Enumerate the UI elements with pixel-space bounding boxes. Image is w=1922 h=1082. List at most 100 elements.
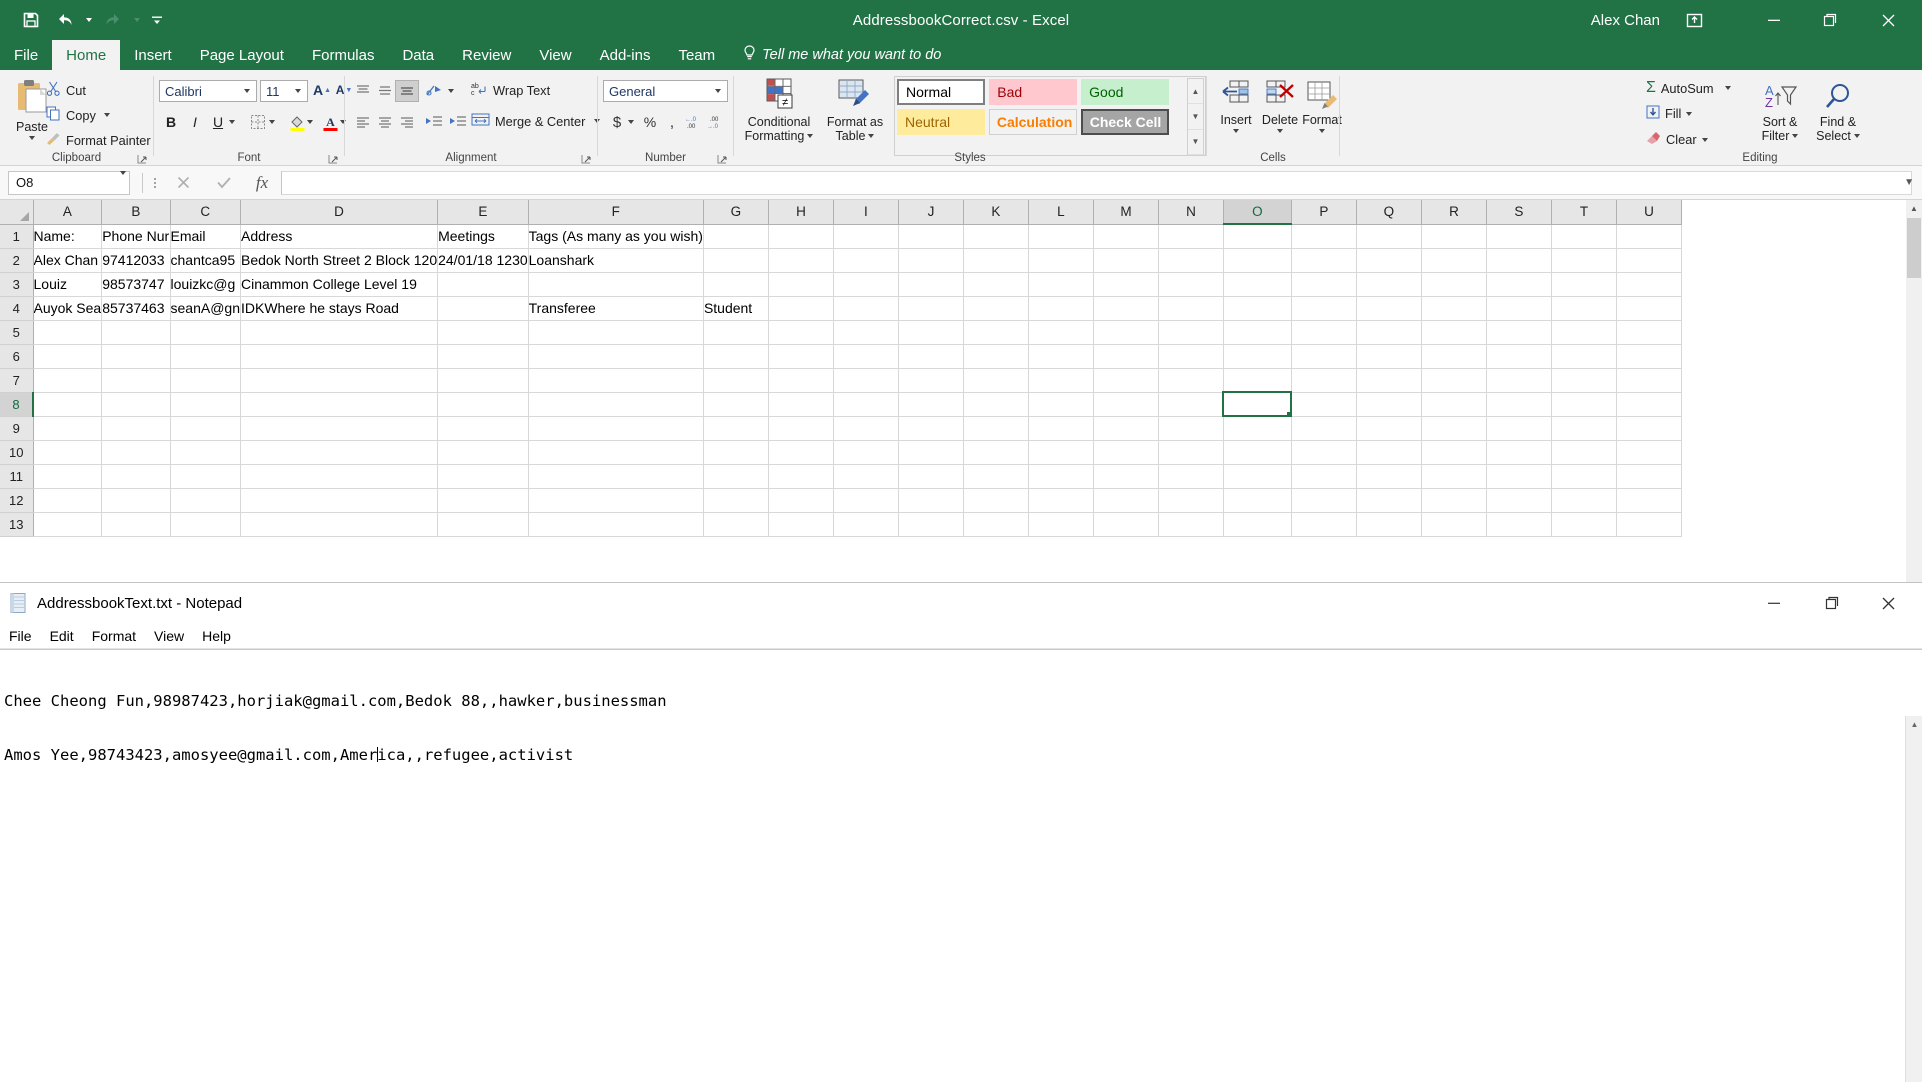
cell-C5[interactable] bbox=[170, 320, 242, 345]
cell-D7[interactable] bbox=[240, 368, 439, 393]
cell-A5[interactable] bbox=[33, 320, 103, 345]
cell-P4[interactable] bbox=[1291, 296, 1357, 321]
cell-U12[interactable] bbox=[1616, 488, 1682, 513]
column-header-M[interactable]: M bbox=[1093, 200, 1159, 225]
bold-button[interactable]: B bbox=[159, 111, 183, 133]
notepad-vertical-scrollbar[interactable]: ▲ ▼ bbox=[1905, 716, 1922, 1082]
cell-A3[interactable]: Louiz bbox=[33, 272, 103, 297]
cell-L3[interactable] bbox=[1028, 272, 1094, 297]
cell-A8[interactable] bbox=[33, 392, 103, 417]
cell-D1[interactable]: Address bbox=[240, 224, 439, 249]
cell-M8[interactable] bbox=[1093, 392, 1159, 417]
cancel-icon[interactable] bbox=[161, 170, 205, 196]
cell-Q11[interactable] bbox=[1356, 464, 1422, 489]
cell-T6[interactable] bbox=[1551, 344, 1617, 369]
cell-B3[interactable]: 98573747 bbox=[101, 272, 171, 297]
cell-I8[interactable] bbox=[833, 392, 899, 417]
cell-M1[interactable] bbox=[1093, 224, 1159, 249]
cell-L6[interactable] bbox=[1028, 344, 1094, 369]
cell-P11[interactable] bbox=[1291, 464, 1357, 489]
cell-L10[interactable] bbox=[1028, 440, 1094, 465]
tab-data[interactable]: Data bbox=[388, 40, 448, 70]
menu-help[interactable]: Help bbox=[193, 628, 240, 644]
number-format-select[interactable]: General bbox=[603, 80, 728, 102]
format-as-table-button[interactable]: Format as Table bbox=[822, 78, 888, 143]
cell-F7[interactable] bbox=[528, 368, 704, 393]
cell-F12[interactable] bbox=[528, 488, 704, 513]
column-header-U[interactable]: U bbox=[1616, 200, 1682, 225]
font-family-select[interactable]: Calibri bbox=[159, 80, 257, 102]
cell-R5[interactable] bbox=[1421, 320, 1487, 345]
column-header-J[interactable]: J bbox=[898, 200, 964, 225]
cell-F5[interactable] bbox=[528, 320, 704, 345]
underline-dropdown-icon[interactable] bbox=[226, 111, 238, 133]
cell-U13[interactable] bbox=[1616, 512, 1682, 537]
cell-K13[interactable] bbox=[963, 512, 1029, 537]
tab-add-ins[interactable]: Add-ins bbox=[586, 40, 665, 70]
cell-P2[interactable] bbox=[1291, 248, 1357, 273]
tell-me-search[interactable]: Tell me what you want to do bbox=[743, 40, 941, 70]
cell-O8[interactable] bbox=[1222, 391, 1293, 417]
merge-center-button[interactable]: Merge & Center bbox=[471, 112, 601, 130]
cell-S4[interactable] bbox=[1486, 296, 1552, 321]
cell-F8[interactable] bbox=[528, 392, 704, 417]
cell-R9[interactable] bbox=[1421, 416, 1487, 441]
cell-R3[interactable] bbox=[1421, 272, 1487, 297]
cell-R2[interactable] bbox=[1421, 248, 1487, 273]
notepad-text-area[interactable]: Chee Cheong Fun,98987423,horjiak@gmail.c… bbox=[0, 649, 1922, 1082]
account-name[interactable]: Alex Chan bbox=[1591, 0, 1660, 40]
column-header-O[interactable]: O bbox=[1223, 200, 1292, 225]
cell-G7[interactable] bbox=[703, 368, 769, 393]
cell-J6[interactable] bbox=[898, 344, 964, 369]
column-header-B[interactable]: B bbox=[101, 200, 171, 225]
cell-K3[interactable] bbox=[963, 272, 1029, 297]
cell-U5[interactable] bbox=[1616, 320, 1682, 345]
cell-J7[interactable] bbox=[898, 368, 964, 393]
cell-G2[interactable] bbox=[703, 248, 769, 273]
cell-S13[interactable] bbox=[1486, 512, 1552, 537]
cell-E12[interactable] bbox=[437, 488, 529, 513]
copy-button[interactable]: Copy bbox=[46, 106, 110, 124]
cell-N2[interactable] bbox=[1158, 248, 1224, 273]
cell-J2[interactable] bbox=[898, 248, 964, 273]
tab-view[interactable]: View bbox=[525, 40, 585, 70]
cell-N1[interactable] bbox=[1158, 224, 1224, 249]
cell-L2[interactable] bbox=[1028, 248, 1094, 273]
cell-O2[interactable] bbox=[1223, 248, 1292, 273]
cell-T3[interactable] bbox=[1551, 272, 1617, 297]
row-header-13[interactable]: 13 bbox=[0, 512, 34, 537]
cell-E7[interactable] bbox=[437, 368, 529, 393]
cell-E8[interactable] bbox=[437, 392, 529, 417]
cell-A4[interactable]: Auyok Sea bbox=[33, 296, 103, 321]
cell-N5[interactable] bbox=[1158, 320, 1224, 345]
cell-S6[interactable] bbox=[1486, 344, 1552, 369]
cell-A11[interactable] bbox=[33, 464, 103, 489]
cell-D9[interactable] bbox=[240, 416, 439, 441]
tab-insert[interactable]: Insert bbox=[120, 40, 186, 70]
tab-formulas[interactable]: Formulas bbox=[298, 40, 389, 70]
cell-T10[interactable] bbox=[1551, 440, 1617, 465]
cell-B2[interactable]: 97412033 bbox=[101, 248, 171, 273]
cell-R12[interactable] bbox=[1421, 488, 1487, 513]
cell-F11[interactable] bbox=[528, 464, 704, 489]
cell-L11[interactable] bbox=[1028, 464, 1094, 489]
cell-D4[interactable]: IDKWhere he stays Road bbox=[240, 296, 439, 321]
cell-R1[interactable] bbox=[1421, 224, 1487, 249]
cell-N10[interactable] bbox=[1158, 440, 1224, 465]
column-header-D[interactable]: D bbox=[240, 200, 439, 225]
accounting-dropdown-icon[interactable] bbox=[625, 111, 637, 133]
cell-A7[interactable] bbox=[33, 368, 103, 393]
row-header-4[interactable]: 4 bbox=[0, 296, 34, 321]
confirm-icon[interactable] bbox=[205, 170, 243, 196]
column-header-F[interactable]: F bbox=[528, 200, 704, 225]
cell-J12[interactable] bbox=[898, 488, 964, 513]
cell-T7[interactable] bbox=[1551, 368, 1617, 393]
formula-input[interactable] bbox=[281, 170, 1912, 195]
cell-I12[interactable] bbox=[833, 488, 899, 513]
cell-Q12[interactable] bbox=[1356, 488, 1422, 513]
cell-N4[interactable] bbox=[1158, 296, 1224, 321]
cell-H2[interactable] bbox=[768, 248, 834, 273]
cell-M3[interactable] bbox=[1093, 272, 1159, 297]
cell-R11[interactable] bbox=[1421, 464, 1487, 489]
cell-S2[interactable] bbox=[1486, 248, 1552, 273]
